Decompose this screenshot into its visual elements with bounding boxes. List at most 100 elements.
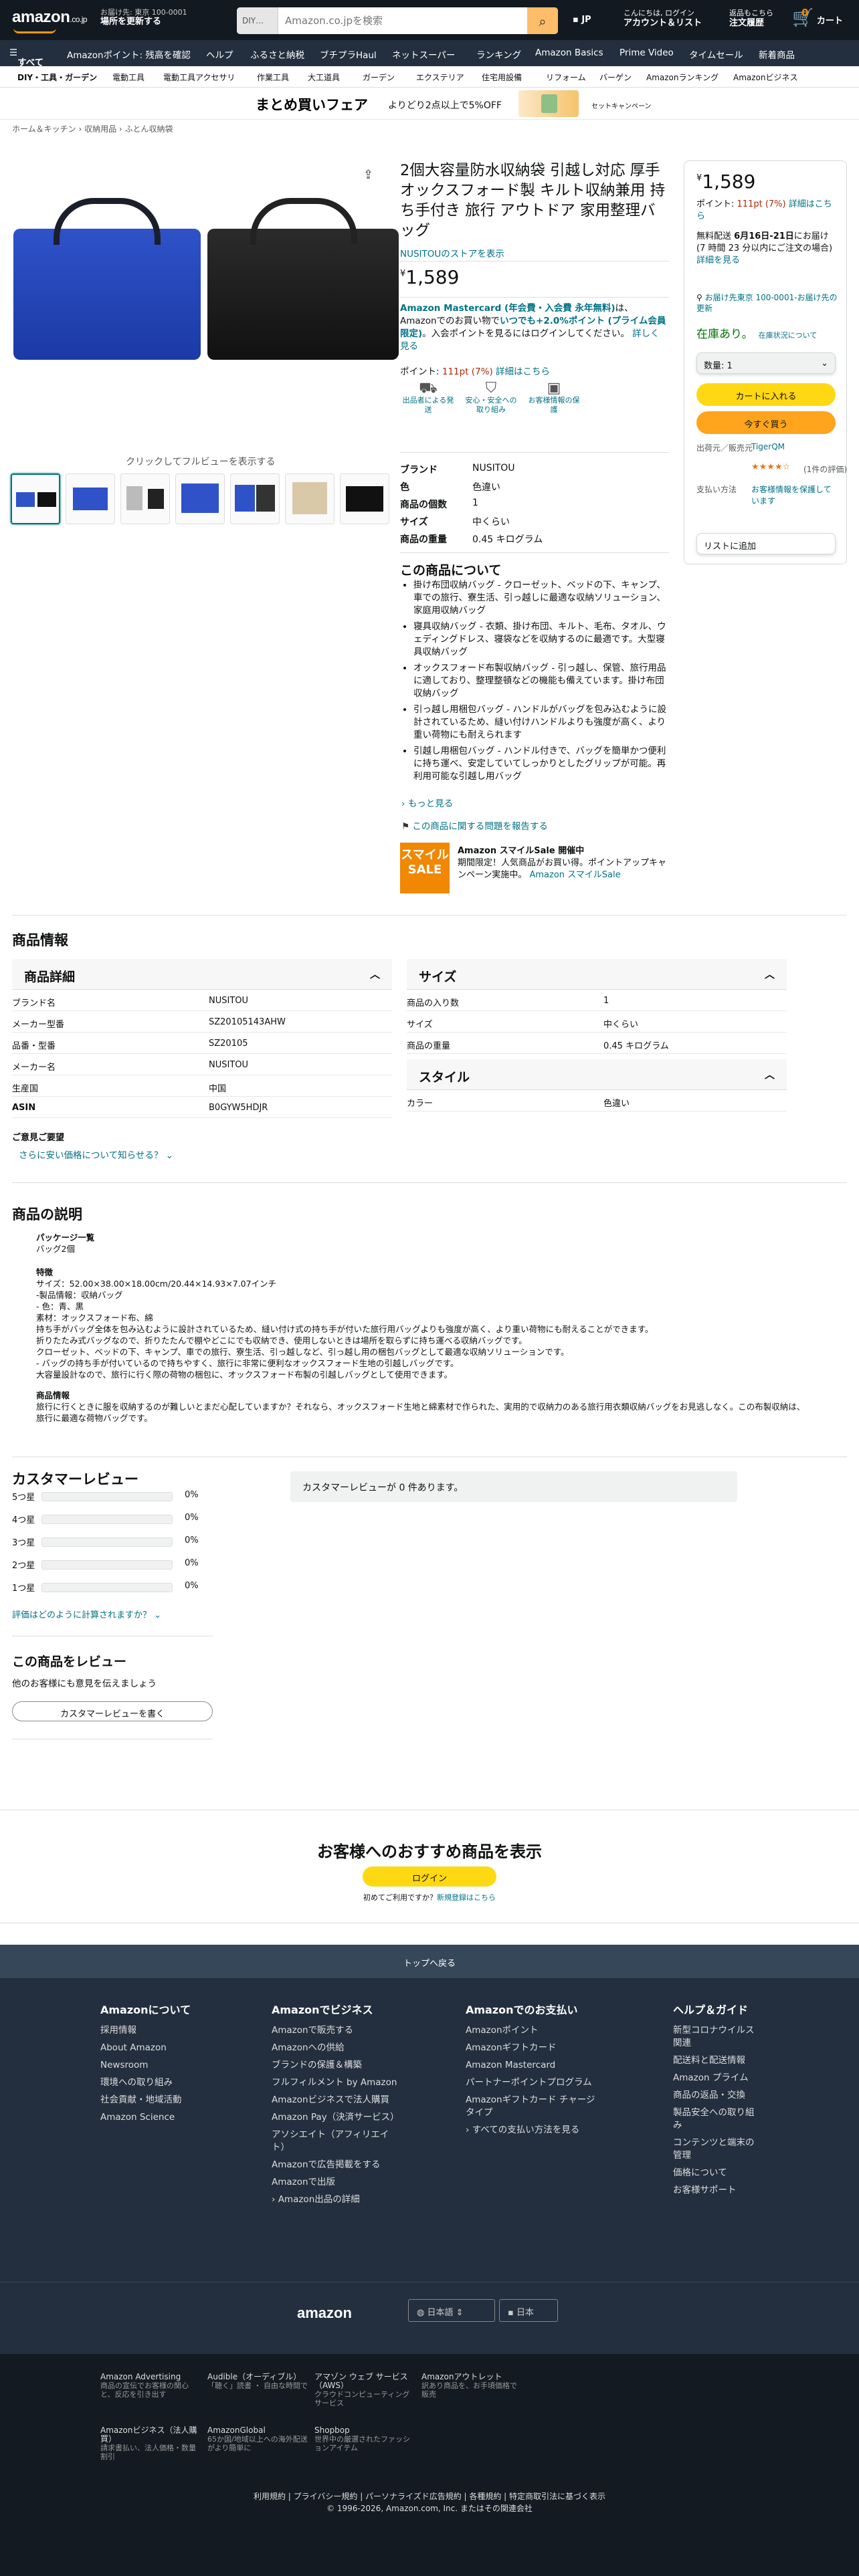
footer-link[interactable]: Amazonギフトカード チャージタイプ <box>466 2094 599 2119</box>
legal-links[interactable]: 利用規約 | プライバシー規約 | パーソナライズド広告規約 | 各種規約 | … <box>0 2490 859 2502</box>
footer-amazon-logo[interactable]: amazon <box>297 2304 352 2322</box>
trust-item[interactable]: ⛟ 出品者による発送 <box>400 381 456 415</box>
write-review-button[interactable]: カスタマーレビューを書く <box>12 1701 213 1721</box>
store-link[interactable]: NUSITOUのストアを表示 <box>400 246 504 259</box>
footer-link[interactable]: アソシエイト（アフィリエイト） <box>272 2129 399 2154</box>
search-button[interactable]: ⌕ <box>527 7 558 34</box>
buy-now-button[interactable]: 今すぐ買う <box>696 411 836 434</box>
category-nav-item[interactable]: 大工道具 <box>308 72 340 83</box>
quantity-select[interactable]: 数量: 1 ⌄ <box>696 352 836 374</box>
nav-item[interactable]: Prime Video <box>619 47 674 58</box>
rating-row[interactable]: 5つ星 0% <box>12 1490 206 1503</box>
category-nav-item[interactable]: 住宅用設備 <box>482 72 522 83</box>
thumbnail[interactable] <box>120 473 170 524</box>
category-nav-item[interactable]: エクステリア <box>416 72 464 83</box>
nav-item[interactable]: 新着商品 <box>759 47 795 61</box>
register-link[interactable]: 新規登録はこちら <box>437 1893 496 1902</box>
promo-banner[interactable]: まとめ買いフェア よりどり2点以上で5%OFF セットキャンペーン <box>0 88 859 120</box>
footer-link[interactable]: Amazonへの供給 <box>272 2042 399 2054</box>
category-nav-item[interactable]: DIY・工具・ガーデン <box>17 72 97 83</box>
thumbnail[interactable] <box>340 473 389 524</box>
rating-row[interactable]: 4つ星 0% <box>12 1513 206 1526</box>
nav-item[interactable]: ブチプラHaul <box>320 47 377 61</box>
nav-item[interactable]: ヘルプ <box>206 47 233 61</box>
footer-link[interactable]: Newsroom <box>100 2059 241 2072</box>
seller-link[interactable]: TigerQM <box>751 442 785 451</box>
signin-button[interactable]: ログイン <box>363 1866 496 1887</box>
category-nav-item[interactable]: バーゲン <box>599 72 632 83</box>
price-feedback-link[interactable]: さらに安い価格について知らせる？ ⌄ <box>19 1148 173 1161</box>
footer-link[interactable]: › すべての支払い方法を見る <box>466 2124 599 2137</box>
rating-calc-link[interactable]: 評価はどのように計算されますか？ ⌄ <box>12 1608 161 1620</box>
footer-link[interactable]: フルフィルメント by Amazon <box>272 2076 399 2089</box>
country-select[interactable]: ▪ 日本 <box>499 2299 558 2322</box>
search-category-select[interactable]: DIY… <box>237 7 278 34</box>
footer-link[interactable]: Amazon プライム <box>673 2072 760 2084</box>
footer-link[interactable]: Amazon Science <box>100 2111 241 2124</box>
footer-link[interactable]: Amazonで広告掲載をする <box>272 2159 399 2171</box>
trust-item[interactable]: ▣ お客様情報の保護 <box>526 381 582 415</box>
footer-link[interactable]: 新型コロナウイルス関連 <box>673 2024 760 2050</box>
service-link[interactable]: AmazonGlobal 65か国/地域以上への海外配送がより簡単に <box>207 2426 308 2453</box>
trust-item[interactable]: ⛉ 安心・安全への取り組み <box>463 381 519 415</box>
footer-link[interactable]: Amazonで販売する <box>272 2024 399 2037</box>
nav-item[interactable]: Amazon Basics <box>535 47 603 58</box>
category-nav-item[interactable]: Amazonビジネス <box>733 72 798 83</box>
footer-link[interactable]: 配送料と配送情報 <box>673 2054 760 2067</box>
stock-info-link[interactable]: 在庫状況について <box>759 331 818 340</box>
nav-item[interactable]: タイムセール <box>689 47 743 61</box>
footer-link[interactable]: パートナーポイントプログラム <box>466 2076 599 2089</box>
add-to-cart-button[interactable]: カートに入れる <box>696 383 836 406</box>
payment-link[interactable]: お客様情報を保護しています <box>751 484 838 506</box>
category-nav-item[interactable]: Amazonランキング <box>646 72 719 83</box>
nav-all[interactable]: ☰ すべて <box>9 47 43 68</box>
thumbnail[interactable] <box>11 473 60 524</box>
footer-link[interactable]: 価格について <box>673 2167 760 2179</box>
footer-link[interactable]: ブランドの保護＆構築 <box>272 2059 399 2072</box>
category-nav-item[interactable]: ガーデン <box>363 72 395 83</box>
category-nav-item[interactable]: 作業工具 <box>257 72 289 83</box>
footer-link[interactable]: 採用情報 <box>100 2024 241 2037</box>
cart-button[interactable]: 0 🛒 カート <box>792 7 843 28</box>
category-nav-item[interactable]: リフォーム <box>546 72 586 83</box>
language-select[interactable]: ◍ 日本語 ⇕ <box>408 2299 495 2322</box>
delivery-details-link[interactable]: 詳細を見る <box>696 255 740 265</box>
zoom-hint[interactable]: クリックしてフルビューを表示する <box>126 455 276 468</box>
see-more-link[interactable]: › もっと見る <box>401 796 453 809</box>
nav-item[interactable]: Amazonポイント: 残高を確認 <box>67 47 191 61</box>
report-issue-link[interactable]: ⚑ この商品に関する問題を報告する <box>401 819 548 832</box>
points-details-link[interactable]: 詳細はこちら <box>496 366 550 377</box>
breadcrumb[interactable]: ホーム＆キッチン › 収納用品 › ふとん収納袋 <box>12 123 173 134</box>
footer-link[interactable]: Amazon Pay（決済サービス） <box>272 2111 399 2124</box>
service-link[interactable]: Shopbop 世界中の厳選されたファッションアイテム <box>314 2426 415 2453</box>
footer-link[interactable]: Amazonで出版 <box>272 2176 399 2189</box>
sale-link[interactable]: Amazon スマイルSale <box>530 870 621 880</box>
category-nav-item[interactable]: 電動工具アクセサリ <box>163 72 235 83</box>
thumbnail[interactable] <box>285 473 335 524</box>
footer-link[interactable]: About Amazon <box>100 2042 241 2054</box>
nav-item[interactable]: ランキング <box>476 47 521 61</box>
footer-link[interactable]: 環境への取り組み <box>100 2076 241 2089</box>
service-link[interactable]: Amazon Advertising 商品の宣伝でお客様の関心と、反応を引き出す <box>100 2373 201 2399</box>
nav-item[interactable]: ふるさと納税 <box>250 47 304 61</box>
footer-link[interactable]: Amazonギフトカード <box>466 2042 599 2054</box>
thumbnail[interactable] <box>230 473 280 524</box>
style-panel-header[interactable]: スタイル ︿ <box>407 1059 787 1090</box>
orders-link[interactable]: 返品もこちら 注文履歴 <box>729 8 773 28</box>
back-to-top[interactable]: トップへ戻る <box>0 1945 859 1978</box>
add-to-list-button[interactable]: リストに追加 <box>696 533 836 554</box>
footer-link[interactable]: Amazonビジネスで法人購買 <box>272 2094 399 2107</box>
share-icon[interactable]: ⇪ <box>363 168 373 182</box>
amazon-logo[interactable]: amazon.co.jp <box>12 8 88 27</box>
footer-link[interactable]: コンテンツと端末の管理 <box>673 2137 760 2162</box>
footer-link[interactable]: Amazonポイント <box>466 2024 599 2037</box>
size-panel-header[interactable]: サイズ ︿ <box>407 959 787 990</box>
rating-row[interactable]: 3つ星 0% <box>12 1535 206 1549</box>
thumbnail[interactable] <box>175 473 225 524</box>
account-menu[interactable]: こんにちは, ログイン アカウント＆リスト <box>624 8 702 28</box>
banner-link[interactable]: セットキャンペーン <box>591 100 652 110</box>
delivery-location[interactable]: ⚲ お届け先東京 100-0001-お届け先の更新 <box>696 292 840 314</box>
service-link[interactable]: Audible（オーディブル） 「聴く」読書 ・ 自由な時間で <box>207 2373 308 2391</box>
category-nav-item[interactable]: 電動工具 <box>112 72 145 83</box>
service-link[interactable]: アマゾン ウェブ サービス（AWS） クラウドコンピューティングサービス <box>314 2373 415 2408</box>
